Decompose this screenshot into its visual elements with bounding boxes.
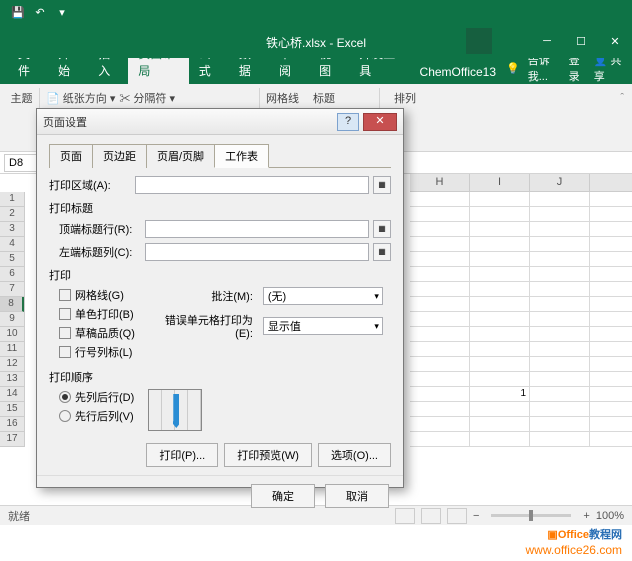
dialog-tab-page[interactable]: 页面: [49, 144, 93, 168]
print-area-label: 打印区域(A):: [49, 177, 131, 193]
comments-label: 批注(M):: [149, 288, 259, 304]
dialog-help-button[interactable]: ?: [337, 113, 359, 131]
dialog-tab-margins[interactable]: 页边距: [92, 144, 147, 168]
page-order-label: 打印顺序: [49, 369, 391, 385]
row-header[interactable]: 17: [0, 432, 24, 447]
undo-icon[interactable]: ↶: [30, 3, 50, 21]
comments-dropdown[interactable]: (无): [263, 287, 383, 305]
errors-label: 错误单元格打印为(E):: [149, 312, 259, 340]
dialog-close-button[interactable]: ✕: [363, 113, 397, 131]
app-title: 铁心桥.xlsx - Excel: [0, 34, 632, 51]
ok-button[interactable]: 确定: [251, 484, 315, 508]
watermark: ▣Office教程网 www.office26.com: [526, 522, 623, 557]
row-header[interactable]: 16: [0, 417, 24, 432]
page-setup-dialog: 页面设置 ? ✕ 页面 页边距 页眉/页脚 工作表 打印区域(A): ▦ 打印标…: [36, 108, 404, 488]
row-header[interactable]: 3: [0, 222, 24, 237]
page-order-diagram: [148, 389, 202, 431]
page-layout-view-button[interactable]: [421, 508, 441, 524]
column-header[interactable]: H: [410, 174, 470, 191]
bw-checkbox[interactable]: [59, 308, 71, 320]
row-header[interactable]: 6: [0, 267, 24, 282]
print-section-label: 打印: [49, 267, 391, 283]
ribbon-group-themes: 主题: [4, 88, 40, 151]
rows-repeat-range-icon[interactable]: ▦: [373, 220, 391, 238]
quick-access-toolbar: 💾 ↶ ▾: [0, 0, 632, 24]
zoom-slider[interactable]: [491, 514, 571, 517]
print-preview-button[interactable]: 打印预览(W): [224, 443, 312, 467]
column-header[interactable]: J: [530, 174, 590, 191]
logo-icon: ▣: [547, 529, 557, 541]
row-headers: 1 2 3 4 5 6 7 8 9 10 11 12 13 14 15 16 1…: [0, 192, 25, 447]
cols-repeat-range-icon[interactable]: ▦: [373, 243, 391, 261]
redo-dropdown-icon[interactable]: ▾: [52, 3, 72, 21]
cols-repeat-label: 左端标题列(C):: [59, 244, 141, 260]
row-header[interactable]: 10: [0, 327, 24, 342]
ribbon-collapse-icon[interactable]: ˆ: [616, 88, 628, 151]
tell-me-icon[interactable]: 💡: [506, 62, 520, 75]
column-headers: H I J: [410, 174, 632, 192]
title-bar: 💾 ↶ ▾ ─ ☐ ✕ 铁心桥.xlsx - Excel: [0, 0, 632, 58]
print-button[interactable]: 打印(P)...: [146, 443, 218, 467]
rows-repeat-input[interactable]: [145, 220, 369, 238]
row-header[interactable]: 13: [0, 372, 24, 387]
errors-dropdown[interactable]: 显示值: [263, 317, 383, 335]
zoom-out-button[interactable]: −: [473, 510, 479, 522]
dialog-tabs: 页面 页边距 页眉/页脚 工作表: [49, 143, 391, 168]
row-header[interactable]: 2: [0, 207, 24, 222]
row-header[interactable]: 5: [0, 252, 24, 267]
cols-repeat-input[interactable]: [145, 243, 369, 261]
cancel-button[interactable]: 取消: [325, 484, 389, 508]
themes-button[interactable]: 主题: [10, 90, 33, 106]
row-header[interactable]: 14: [0, 387, 24, 402]
row-header[interactable]: 15: [0, 402, 24, 417]
dialog-title-bar[interactable]: 页面设置 ? ✕: [37, 109, 403, 135]
row-header[interactable]: 11: [0, 342, 24, 357]
row-col-checkbox[interactable]: [59, 346, 71, 358]
over-down-radio[interactable]: [59, 410, 71, 422]
cells[interactable]: 1: [410, 192, 632, 447]
zoom-level[interactable]: 100%: [596, 510, 624, 522]
dialog-title: 页面设置: [43, 114, 87, 130]
gridlines-header: 网格线: [266, 90, 299, 106]
down-over-radio[interactable]: [59, 391, 71, 403]
rows-repeat-label: 顶端标题行(R):: [59, 221, 141, 237]
tab-chemoffice[interactable]: ChemOffice13: [410, 60, 506, 84]
draft-checkbox[interactable]: [59, 327, 71, 339]
dialog-tab-header-footer[interactable]: 页眉/页脚: [146, 144, 215, 168]
breaks-button[interactable]: ✂ 分隔符 ▾: [119, 90, 175, 106]
gridlines-checkbox[interactable]: [59, 289, 71, 301]
headings-header: 标题: [313, 90, 335, 106]
row-header[interactable]: 4: [0, 237, 24, 252]
print-area-input[interactable]: [135, 176, 369, 194]
column-header[interactable]: I: [470, 174, 530, 191]
watermark-url: www.office26.com: [526, 543, 623, 557]
print-titles-label: 打印标题: [49, 200, 391, 216]
row-header[interactable]: 12: [0, 357, 24, 372]
save-icon[interactable]: 💾: [8, 3, 28, 21]
row-header[interactable]: 9: [0, 312, 24, 327]
print-area-range-icon[interactable]: ▦: [373, 176, 391, 194]
ribbon-tabs: 文件 开始 插入 页面布局 公式 数据 审阅 视图 开发工具 ChemOffic…: [0, 58, 632, 84]
row-header[interactable]: 8: [0, 297, 24, 312]
zoom-in-button[interactable]: +: [583, 510, 589, 522]
page-break-view-button[interactable]: [447, 508, 467, 524]
arrange-button[interactable]: 排列: [386, 90, 424, 106]
options-button[interactable]: 选项(O)...: [318, 443, 391, 467]
status-ready: 就绪: [8, 508, 30, 524]
cell-i14[interactable]: 1: [470, 387, 530, 401]
dialog-tab-sheet[interactable]: 工作表: [214, 144, 269, 168]
paper-orient-button[interactable]: 📄 纸张方向 ▾: [46, 90, 115, 106]
row-header[interactable]: 1: [0, 192, 24, 207]
row-header[interactable]: 7: [0, 282, 24, 297]
